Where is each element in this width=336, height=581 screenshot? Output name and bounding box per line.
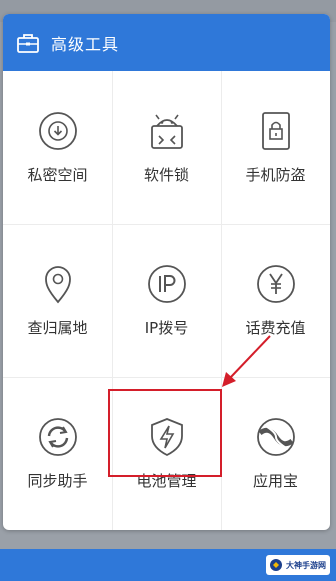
yen-circle-icon: [256, 265, 295, 303]
battery-shield-icon: [150, 418, 183, 457]
tool-label: 手机防盗: [245, 166, 306, 184]
tool-app-lock[interactable]: 软件锁: [112, 71, 221, 224]
tool-battery-manager[interactable]: 电池管理: [112, 377, 221, 530]
tool-ip-dial[interactable]: IP拨号: [112, 224, 221, 377]
advanced-tools-dialog: 高级工具 私密空间 软件锁 手机防盗 查归属地 IP拨号 话费充值 同步助手 电…: [3, 14, 330, 530]
app-store-icon: [256, 418, 295, 456]
tool-anti-theft[interactable]: 手机防盗: [221, 71, 330, 224]
location-pin-icon: [44, 266, 71, 304]
tool-label: 私密空间: [27, 166, 88, 184]
tool-grid: 私密空间 软件锁 手机防盗 查归属地 IP拨号 话费充值 同步助手 电池管理 应…: [3, 71, 330, 530]
download-circle-icon: [38, 112, 77, 150]
tool-label: 软件锁: [143, 166, 189, 184]
sync-icon: [38, 418, 77, 456]
tool-private-space[interactable]: 私密空间: [3, 71, 112, 224]
tool-label: IP拨号: [144, 319, 189, 337]
watermark-text: 大神手游网: [286, 560, 326, 570]
toolbox-icon: [17, 33, 39, 53]
tool-label: 应用宝: [252, 472, 298, 490]
tool-label: 查归属地: [27, 319, 88, 337]
phone-lock-icon: [261, 112, 290, 150]
site-logo-icon: [270, 559, 282, 571]
tool-label: 同步助手: [27, 472, 88, 490]
tool-sync-assistant[interactable]: 同步助手: [3, 377, 112, 530]
dialog-title: 高级工具: [51, 34, 120, 54]
android-lock-icon: [150, 114, 183, 149]
site-watermark: 大神手游网: [266, 555, 330, 575]
tool-lookup-location[interactable]: 查归属地: [3, 224, 112, 377]
tool-label: 电池管理: [136, 472, 197, 490]
ip-dial-icon: [147, 265, 186, 303]
dialog-header: 高级工具: [3, 14, 330, 71]
tool-app-store[interactable]: 应用宝: [221, 377, 330, 530]
tool-recharge[interactable]: 话费充值: [221, 224, 330, 377]
tool-label: 话费充值: [245, 319, 306, 337]
